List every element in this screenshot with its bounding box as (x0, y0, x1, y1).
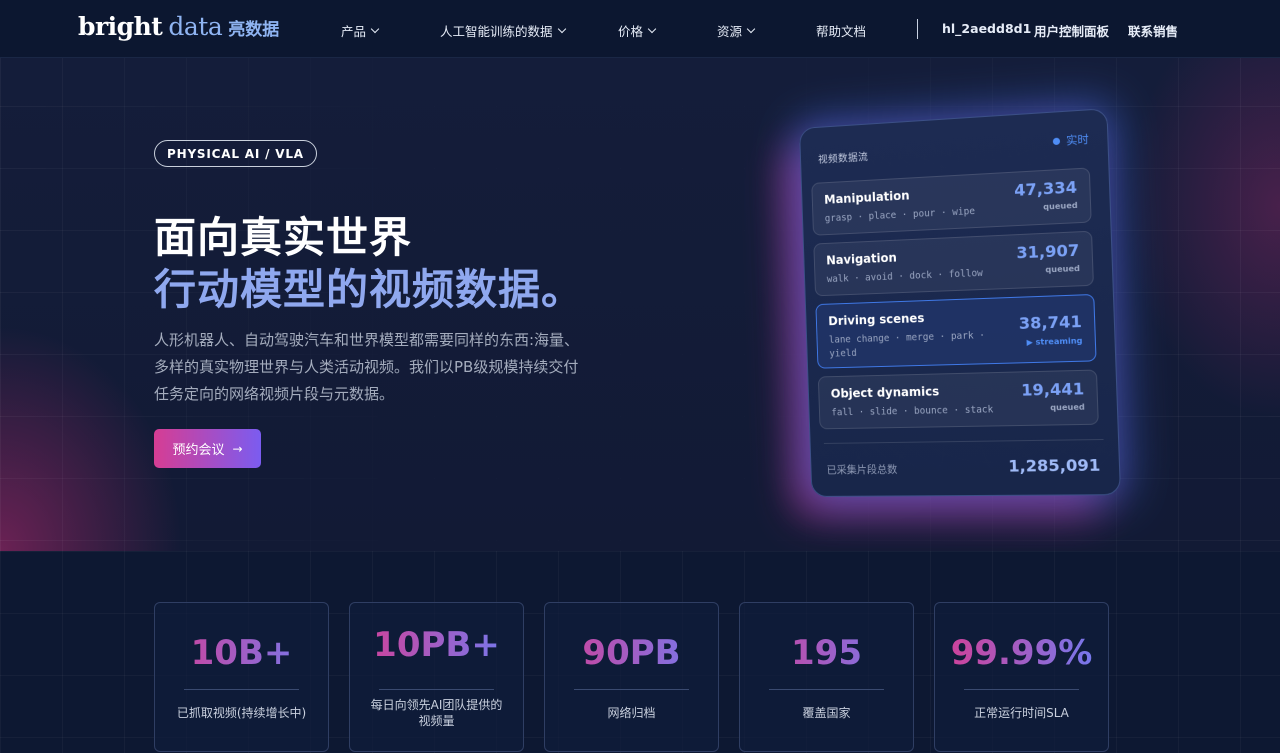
stream-row-object-dynamics: Object dynamics fall · slide · bounce · … (817, 369, 1099, 430)
nav-user-account[interactable]: hl_2aedd8d1 (942, 21, 1031, 36)
stat-divider (379, 689, 494, 690)
stream-row-driving-scenes: Driving scenes lane change · merge · par… (815, 293, 1097, 369)
hero-badge: PHYSICAL AI / VLA (154, 140, 317, 167)
nav-divider (917, 19, 918, 39)
stat-card-web-archive: 90PB 网络归档 (544, 602, 719, 752)
stat-card-countries: 195 覆盖国家 (739, 602, 914, 752)
brand-word-bright: bright (78, 12, 163, 41)
stat-card-daily-volume: 10PB+ 每日向领先AI团队提供的视频量 (349, 602, 524, 752)
stream-row-name: Manipulation (823, 188, 910, 207)
stat-value: 10PB+ (350, 625, 523, 665)
stat-label: 已抓取视频(持续增长中) (176, 706, 307, 720)
chevron-down-icon (647, 24, 657, 33)
stat-card-uptime: 99.99% 正常运行时间SLA (934, 602, 1109, 752)
nav-item-ai-training-data[interactable]: 人工智能训练的数据 (440, 21, 566, 40)
book-meeting-button[interactable]: 预约会议 → (154, 429, 261, 468)
stats-section: 10B+ 已抓取视频(持续增长中) 10PB+ 每日向领先AI团队提供的视频量 … (0, 551, 1280, 753)
top-nav: bright data 亮数据 产品 人工智能训练的数据 价格 资源 帮助文档 … (0, 0, 1280, 58)
stat-card-videos: 10B+ 已抓取视频(持续增长中) (154, 602, 329, 752)
hero-description: 人形机器人、自动驾驶汽车和世界模型都需要同样的东西:海量、多样的真实物理世界与人… (154, 331, 580, 403)
stream-row-status: queued (1043, 200, 1078, 212)
hero-title-line2: 行动模型的视频数据。 (154, 265, 585, 314)
stat-value: 10B+ (155, 633, 328, 673)
stream-card-title: 视频数据流 (817, 152, 869, 166)
stream-row-name: Navigation (826, 250, 898, 268)
stat-divider (184, 689, 299, 690)
stream-row-count: 38,741 (1018, 311, 1083, 334)
stream-row-manipulation: Manipulation grasp · place · pour · wipe… (811, 167, 1092, 236)
stream-row-status: queued (1045, 263, 1081, 275)
chevron-down-icon (370, 24, 380, 33)
stat-value: 99.99% (935, 633, 1108, 673)
live-label: 实时 (1065, 132, 1090, 148)
nav-item-label: 产品 (341, 24, 367, 39)
arrow-right-icon: → (232, 441, 243, 456)
hero-section: PHYSICAL AI / VLA 面向真实世界 行动模型的视频数据。 人形机器… (0, 58, 1280, 551)
stat-value: 195 (740, 633, 913, 673)
stream-row-count: 47,334 (1013, 177, 1078, 200)
total-clips-label: 已采集片段总数 (826, 463, 898, 477)
brand-logo[interactable]: bright data 亮数据 (78, 12, 279, 41)
chevron-down-icon (746, 24, 756, 33)
stat-divider (769, 689, 884, 690)
nav-item-products[interactable]: 产品 (341, 21, 380, 40)
stream-row-tags: fall · slide · bounce · stack (831, 404, 994, 419)
stream-row-status: queued (1050, 402, 1085, 413)
stream-row-status: ▶ streaming (1026, 336, 1083, 347)
nav-item-label: 资源 (717, 24, 743, 39)
stat-value: 90PB (545, 633, 718, 673)
stream-card-divider (823, 438, 1104, 444)
stream-row-count: 19,441 (1020, 379, 1085, 400)
brand-cn: 亮数据 (228, 20, 280, 40)
stream-row-tags: walk · avoid · dock · follow (826, 267, 984, 286)
stream-row-navigation: Navigation walk · avoid · dock · follow … (813, 230, 1094, 297)
nav-item-label: 人工智能训练的数据 (440, 24, 553, 39)
stat-label: 每日向领先AI团队提供的视频量 (370, 698, 503, 728)
stat-label: 正常运行时间SLA (974, 706, 1069, 720)
brand-word-data: data (168, 12, 223, 41)
nav-item-pricing[interactable]: 价格 (618, 21, 657, 40)
nav-item-resources[interactable]: 资源 (717, 21, 756, 40)
stream-row-tags: lane change · merge · park · yield (828, 330, 986, 360)
chevron-down-icon (557, 24, 566, 33)
stream-row-name: Object dynamics (830, 384, 940, 401)
live-indicator: 实时 (1052, 131, 1090, 149)
stream-row-tags: grasp · place · pour · wipe (824, 205, 976, 225)
stat-divider (574, 689, 689, 690)
nav-contact-sales[interactable]: 联系销售 (1128, 21, 1178, 40)
stream-row-name: Driving scenes (828, 311, 925, 329)
stream-row-count: 31,907 (1016, 240, 1080, 263)
live-dot-icon (1052, 137, 1061, 145)
video-stream-card-body: 视频数据流 实时 Manipulation grasp · place · po… (799, 108, 1122, 497)
nav-item-docs[interactable]: 帮助文档 (816, 21, 866, 40)
nav-item-label: 帮助文档 (816, 24, 867, 39)
nav-dashboard-link[interactable]: 用户控制面板 (1034, 21, 1109, 40)
stat-divider (964, 689, 1079, 690)
video-stream-card: 视频数据流 实时 Manipulation grasp · place · po… (799, 108, 1122, 497)
nav-item-label: 价格 (618, 24, 644, 39)
book-meeting-label: 预约会议 (172, 443, 225, 458)
total-clips-value: 1,285,091 (1008, 455, 1101, 476)
stat-label: 覆盖国家 (802, 706, 851, 720)
stat-label: 网络归档 (607, 706, 656, 720)
